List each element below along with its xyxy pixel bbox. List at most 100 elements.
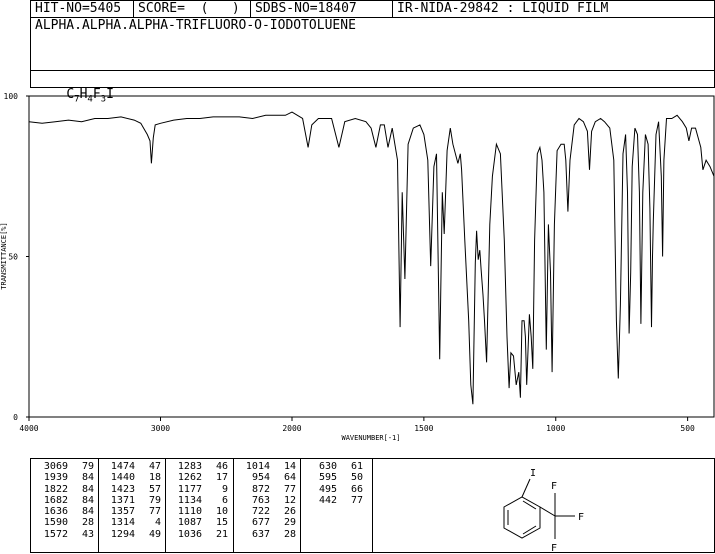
peak-wavenumber: 630	[318, 461, 337, 472]
peak-row: 1822 84	[36, 484, 94, 495]
peak-wavenumber: 677	[251, 517, 270, 529]
peak-row: 1036 21	[170, 529, 228, 540]
peak-row: 495 66	[305, 484, 363, 495]
peak-wavenumber: 595	[318, 472, 337, 484]
peak-wavenumber: 872	[251, 483, 270, 495]
x-axis: 4000 3000 2000 1500 1000 500	[19, 417, 695, 433]
structure-box: I F F F	[372, 458, 715, 554]
peak-transmittance: 21	[215, 528, 228, 540]
y-axis-label: TRANSMITTANCE[%]	[0, 222, 8, 289]
peak-row: 3069 79	[36, 461, 94, 472]
peak-row: 630 61	[305, 461, 363, 472]
peak-column: 1283 46 1262 17 1177 9 1134 6 1110 10 1087 15 1036 21	[170, 461, 228, 540]
peak-wavenumber: 1314	[110, 517, 135, 529]
peak-row: 677 29	[238, 517, 296, 528]
peak-column: 1014 14 954 64 872 77 763 12 722 26 677 29 637 28	[238, 461, 296, 540]
ir-spectrum-chart: 4000 3000 2000 1500 1000 500 0 50 100 WAVENUMBE…	[0, 92, 715, 442]
x-axis-label: WAVENUMBER[-1]	[341, 434, 400, 442]
peak-transmittance: 18	[148, 472, 161, 484]
x-tick-label: 500	[680, 424, 695, 433]
y-tick-label: 100	[4, 92, 19, 101]
peak-wavenumber: 1590	[43, 517, 68, 529]
fluorine-label-bottom: F	[551, 543, 557, 554]
peak-wavenumber: 1636	[43, 506, 68, 518]
peak-transmittance: 77	[350, 494, 363, 506]
peak-row: 1572 43	[36, 529, 94, 540]
iodine-label: I	[530, 468, 536, 479]
peak-row: 442 77	[305, 495, 363, 506]
peak-row: 1682 84	[36, 495, 94, 506]
peak-transmittance: 15	[215, 517, 228, 529]
peak-wavenumber: 1682	[43, 494, 68, 506]
fluorine-label-right: F	[578, 512, 584, 523]
peak-row: 1636 84	[36, 506, 94, 517]
peak-row: 1314 4	[103, 517, 161, 528]
peak-wavenumber: 1294	[110, 528, 135, 540]
peak-row: 1423 57	[103, 484, 161, 495]
molecular-structure: I F F F	[503, 468, 584, 554]
peak-wavenumber: 954	[251, 472, 270, 484]
peak-row: 1262 17	[170, 472, 228, 483]
peak-transmittance: 84	[81, 483, 94, 495]
peak-transmittance: 6	[221, 494, 228, 506]
peak-column: 3069 79 1939 84 1822 84 1682 84 1636 84 1590 28 1572…	[36, 461, 94, 540]
peak-wavenumber: 442	[318, 494, 337, 506]
peak-wavenumber: 1371	[110, 494, 135, 506]
peak-row: 637 28	[238, 529, 296, 540]
y-tick-label: 0	[13, 413, 18, 422]
peak-wavenumber: 1939	[43, 472, 68, 484]
peak-transmittance: 77	[283, 483, 296, 495]
peak-wavenumber: 1423	[110, 483, 135, 495]
peak-wavenumber: 1036	[177, 528, 202, 540]
peak-transmittance: 66	[350, 483, 363, 495]
x-tick-label: 3000	[151, 424, 170, 433]
peak-transmittance: 49	[148, 528, 161, 540]
peak-transmittance: 12	[283, 494, 296, 506]
peak-transmittance: 26	[283, 506, 296, 518]
peak-wavenumber: 1110	[177, 506, 202, 518]
peak-transmittance: 79	[148, 494, 161, 506]
peak-row: 1939 84	[36, 472, 94, 483]
peak-wavenumber: 1134	[177, 494, 202, 506]
fluorine-label-top: F	[551, 481, 557, 492]
peak-column-divider	[300, 458, 301, 553]
peak-wavenumber: 637	[251, 528, 270, 540]
peak-transmittance: 29	[283, 517, 296, 529]
peak-wavenumber: 1440	[110, 472, 135, 484]
peak-row: 722 26	[238, 506, 296, 517]
peak-row: 1110 10	[170, 506, 228, 517]
peak-wavenumber: 1357	[110, 506, 135, 518]
peak-wavenumber: 1177	[177, 483, 202, 495]
peak-row: 1134 6	[170, 495, 228, 506]
x-tick-label: 2000	[282, 424, 301, 433]
peak-transmittance: 47	[148, 461, 161, 472]
peak-row: 595 50	[305, 472, 363, 483]
peak-row: 1474 47	[103, 461, 161, 472]
peak-transmittance: 84	[81, 494, 94, 506]
peak-row: 1440 18	[103, 472, 161, 483]
peak-transmittance: 77	[148, 506, 161, 518]
y-tick-label: 50	[8, 253, 18, 262]
peak-row: 1371 79	[103, 495, 161, 506]
peak-row: 1590 28	[36, 517, 94, 528]
peak-transmittance: 57	[148, 483, 161, 495]
peak-transmittance: 79	[81, 461, 94, 472]
peak-row: 1014 14	[238, 461, 296, 472]
peak-transmittance: 84	[81, 472, 94, 484]
peak-row: 872 77	[238, 484, 296, 495]
peak-column: 1474 47 1440 18 1423 57 1371 79 1357 77 1314 4 1294 4…	[103, 461, 161, 540]
peak-wavenumber: 1262	[177, 472, 202, 484]
peak-wavenumber: 1822	[43, 483, 68, 495]
peak-wavenumber: 1087	[177, 517, 202, 529]
peak-row: 1357 77	[103, 506, 161, 517]
peak-transmittance: 17	[215, 472, 228, 484]
spectrum-line	[28, 111, 715, 405]
peak-column-divider	[98, 458, 99, 553]
peak-row: 954 64	[238, 472, 296, 483]
peak-transmittance: 46	[215, 461, 228, 472]
peak-transmittance: 43	[81, 528, 94, 540]
peak-transmittance: 4	[154, 517, 161, 529]
peak-transmittance: 28	[81, 517, 94, 529]
peak-row: 1087 15	[170, 517, 228, 528]
peak-column-divider	[165, 458, 166, 553]
